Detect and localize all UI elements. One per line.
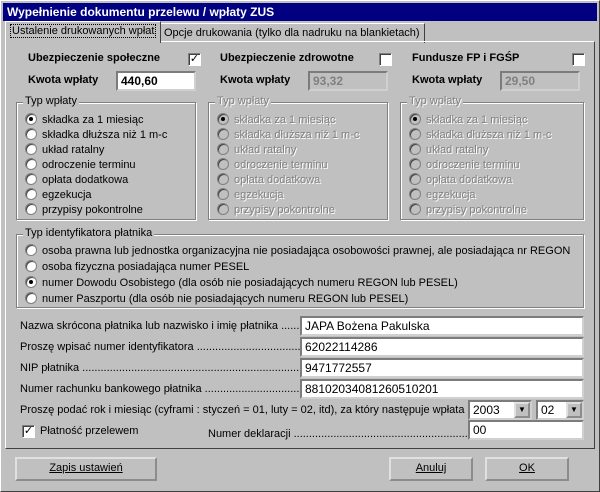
radio-option[interactable]: przypisy pokontrolne <box>409 203 527 217</box>
nip-label: NIP płatnika ...........................… <box>20 362 309 374</box>
radio-option[interactable]: odroczenie terminu <box>409 158 520 172</box>
period-label: Proszę podać rok i miesiąc (cyframi : st… <box>20 404 483 416</box>
radio-dot <box>25 292 37 304</box>
radio-option[interactable]: numer Dowodu Osobistego (dla osób nie po… <box>25 276 458 290</box>
radio-option[interactable]: opłata dodatkowa <box>409 173 512 187</box>
chevron-down-icon[interactable]: ▼ <box>514 402 530 418</box>
payer-id-type-group: Typ identyfikatora płatnika osoba prawna… <box>16 227 584 308</box>
payment-type-group-health: Typ wpłaty składka za 1 miesiąc składka … <box>208 95 388 220</box>
ok-button[interactable]: OK <box>485 457 569 481</box>
health-amount-input[interactable]: 93,32 <box>308 71 388 91</box>
radio-dot <box>25 128 37 140</box>
radio-dot <box>409 128 421 140</box>
radio-dot <box>409 113 421 125</box>
tab-panel: Ubezpieczenie społeczne ✓ Kwota wpłaty 4… <box>5 41 595 449</box>
radio-option[interactable]: egzekucja <box>217 188 284 202</box>
radio-dot <box>409 158 421 170</box>
nip-input[interactable]: 9471772557 <box>300 358 584 378</box>
radio-option[interactable]: układ ratalny <box>409 143 488 157</box>
dialog-window: Wypełnienie dokumentu przelewu / wpłaty … <box>0 0 600 492</box>
radio-dot <box>217 158 229 170</box>
radio-option[interactable]: egzekucja <box>409 188 476 202</box>
radio-dot <box>217 188 229 200</box>
bank-account-label: Numer rachunku bankowego płatnika ......… <box>20 383 300 395</box>
payment-type-group-funds: Typ wpłaty składka za 1 miesiąc składka … <box>400 95 584 220</box>
radio-dot <box>25 244 37 256</box>
payment-type-label: Typ wpłaty <box>215 95 271 107</box>
radio-dot <box>409 188 421 200</box>
radio-dot <box>217 143 229 155</box>
radio-option[interactable]: opłata dodatkowa <box>25 173 128 187</box>
social-amount-label: Kwota wpłaty <box>28 74 99 86</box>
radio-dot <box>25 203 37 215</box>
social-insurance-checkbox[interactable]: ✓ <box>188 53 201 66</box>
payment-type-group-social: Typ wpłaty składka za 1 miesiąc składka … <box>16 95 196 220</box>
radio-option[interactable]: składka za 1 miesiąc <box>409 113 528 127</box>
payment-type-label: Typ wpłaty <box>23 95 79 107</box>
social-amount-input[interactable]: 440,60 <box>116 71 196 91</box>
identifier-input[interactable]: 62022114286 <box>300 337 584 357</box>
radio-dot <box>25 260 37 272</box>
health-insurance-checkbox[interactable] <box>379 53 392 66</box>
radio-dot <box>25 143 37 155</box>
radio-dot <box>25 158 37 170</box>
health-insurance-label: Ubezpieczenie zdrowotne <box>220 52 354 64</box>
radio-dot <box>25 188 37 200</box>
radio-option[interactable]: układ ratalny <box>217 143 296 157</box>
payer-name-input[interactable]: JAPA Bożena Pakulska <box>300 316 584 336</box>
chevron-down-icon[interactable]: ▼ <box>566 402 582 418</box>
radio-option[interactable]: odroczenie terminu <box>25 158 136 172</box>
radio-dot <box>217 203 229 215</box>
payer-name-label: Nazwa skrócona płatnika lub nazwisko i i… <box>20 320 306 332</box>
radio-dot <box>409 203 421 215</box>
social-insurance-label: Ubezpieczenie społeczne <box>28 52 161 64</box>
tab-print-options[interactable]: Opcje drukowania (tylko dla nadruku na b… <box>159 23 425 43</box>
radio-dot <box>25 113 37 125</box>
fp-amount-label: Kwota wpłaty <box>412 74 483 86</box>
radio-dot <box>409 143 421 155</box>
radio-option[interactable]: składka dłuższa niż 1 m-c <box>25 128 167 142</box>
tab-payment-settings[interactable]: Ustalenie drukowanych wpłat <box>5 21 162 43</box>
payer-id-type-label: Typ identyfikatora płatnika <box>23 227 155 239</box>
declaration-input[interactable]: 00 <box>468 420 584 440</box>
radio-option[interactable]: składka za 1 miesiąc <box>217 113 336 127</box>
radio-option[interactable]: przypisy pokontrolne <box>25 203 143 217</box>
save-settings-button[interactable]: Zapis ustawień <box>15 457 157 481</box>
radio-option[interactable]: osoba prawna lub jednostka organizacyjna… <box>25 244 570 258</box>
radio-option[interactable]: opłata dodatkowa <box>217 173 320 187</box>
bank-account-input[interactable]: 88102034081260510201 <box>300 379 584 399</box>
radio-dot <box>25 276 37 288</box>
radio-dot <box>25 173 37 185</box>
radio-dot <box>217 128 229 140</box>
transfer-payment-checkbox[interactable]: ✓ <box>22 425 35 438</box>
payment-type-label: Typ wpłaty <box>407 95 463 107</box>
fp-amount-input[interactable]: 29,50 <box>500 71 580 91</box>
fp-fgsp-label: Fundusze FP i FGŚP <box>412 52 520 64</box>
radio-option[interactable]: składka za 1 miesiąc <box>25 113 144 127</box>
health-amount-label: Kwota wpłaty <box>220 74 291 86</box>
radio-dot <box>217 173 229 185</box>
radio-option[interactable]: egzekucja <box>25 188 92 202</box>
radio-option[interactable]: składka dłuższa niż 1 m-c <box>409 128 551 142</box>
fp-fgsp-checkbox[interactable] <box>572 53 585 66</box>
radio-dot <box>409 173 421 185</box>
radio-option[interactable]: osoba fizyczna posiadająca numer PESEL <box>25 260 249 274</box>
radio-option[interactable]: przypisy pokontrolne <box>217 203 335 217</box>
radio-option[interactable]: numer Paszportu (dla osób nie posiadając… <box>25 292 408 306</box>
radio-dot <box>217 113 229 125</box>
cancel-button[interactable]: Anuluj <box>389 457 473 481</box>
declaration-label: Numer deklaracji .......................… <box>208 428 481 440</box>
radio-option[interactable]: odroczenie terminu <box>217 158 328 172</box>
identifier-label: Proszę wpisać numer identyfikatora .....… <box>20 341 338 353</box>
window-title: Wypełnienie dokumentu przelewu / wpłaty … <box>3 3 597 21</box>
radio-option[interactable]: układ ratalny <box>25 143 104 157</box>
transfer-payment-label: Płatność przelewem <box>40 425 139 437</box>
radio-option[interactable]: składka dłuższa niż 1 m-c <box>217 128 359 142</box>
